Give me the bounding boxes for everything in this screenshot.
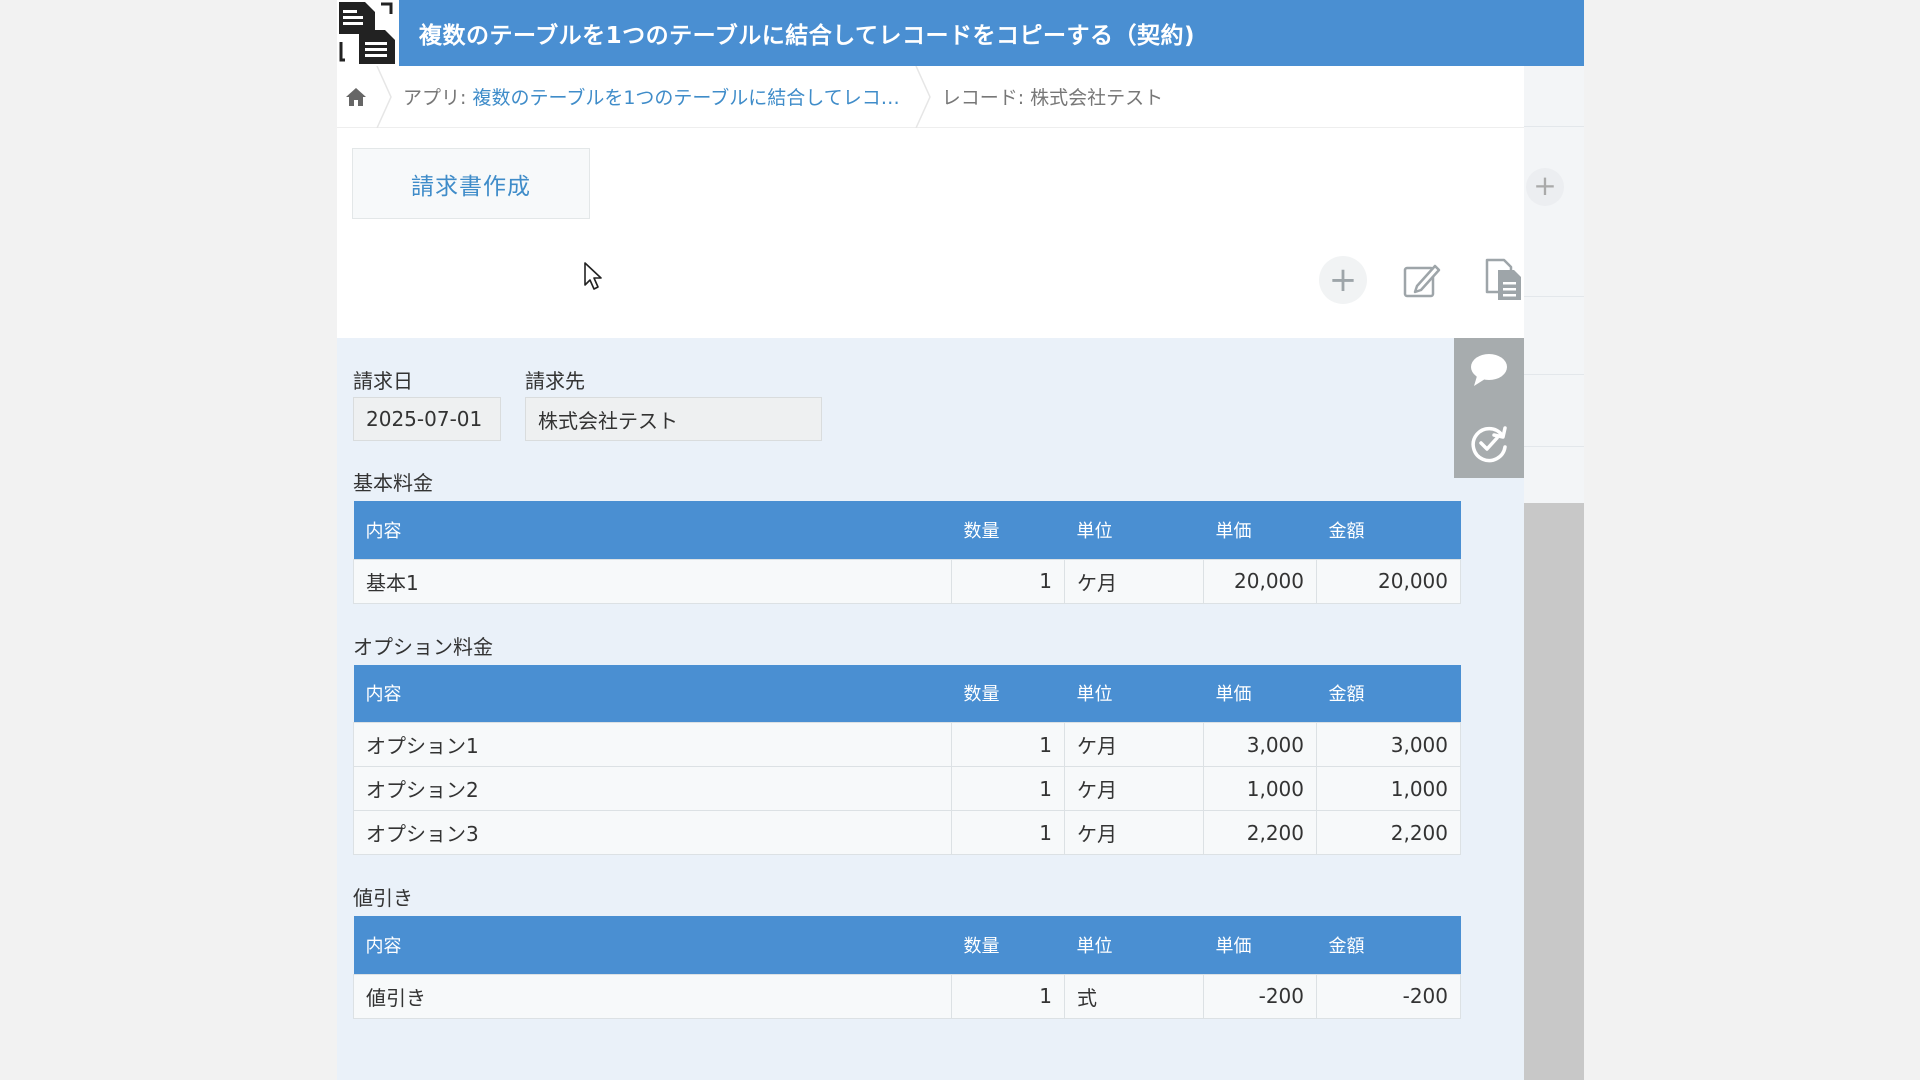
breadcrumb-app: アプリ: 複数のテーブルを1つのテーブルに結合してレコ…	[393, 83, 914, 110]
cell-description: オプション1	[353, 722, 952, 767]
column-header: 数量	[951, 664, 1065, 723]
column-header: 数量	[951, 501, 1065, 559]
cell-unit-price: 2,200	[1203, 810, 1317, 855]
table-row: 基本1 1 ケ月 20,000 20,000	[353, 558, 1461, 604]
table-header-row: 内容 数量 単位 単価 金額	[353, 664, 1461, 723]
table-header-row: 内容 数量 単位 単価 金額	[353, 501, 1461, 559]
subtable-label: 基本料金	[353, 471, 433, 495]
discount-table: 内容 数量 単位 単価 金額 値引き 1 式 -200 -200	[353, 916, 1461, 1019]
background-divider	[1524, 296, 1584, 297]
record-detail-window: 複数のテーブルを1つのテーブルに結合してレコードをコピーする（契約) アプリ: …	[337, 0, 1524, 1080]
cell-unit-price: 20,000	[1203, 558, 1317, 604]
column-header: 単位	[1064, 916, 1204, 974]
table-header-row: 内容 数量 単位 単価 金額	[353, 916, 1461, 974]
table-row: オプション3 1 ケ月 2,200 2,200	[353, 810, 1461, 855]
invoice-date-label: 請求日	[353, 369, 413, 393]
app-title: 複数のテーブルを1つのテーブルに結合してレコードをコピーする（契約)	[419, 23, 1196, 49]
subtable-label: オプション料金	[353, 634, 493, 659]
table-row: オプション2 1 ケ月 1,000 1,000	[353, 766, 1461, 811]
comment-icon[interactable]	[1469, 352, 1509, 388]
cell-amount: 1,000	[1316, 766, 1461, 811]
column-header: 単位	[1064, 501, 1204, 559]
breadcrumb-record: レコード: 株式会社テスト	[941, 87, 1164, 109]
client-field: 請求先 株式会社テスト	[525, 365, 822, 441]
cell-unit: 式	[1064, 973, 1204, 1019]
mouse-cursor-icon	[584, 262, 602, 290]
option-fee-table: 内容 数量 単位 単価 金額 オプション1 1 ケ月 3,000 3,000 オ…	[353, 664, 1461, 855]
column-header: 単位	[1064, 664, 1204, 723]
history-icon[interactable]	[1469, 423, 1509, 463]
background-window: +	[1524, 0, 1584, 1080]
copy-record-icon[interactable]	[1484, 258, 1524, 302]
column-header: 単価	[1203, 916, 1317, 974]
cell-description: オプション2	[353, 766, 952, 811]
cell-quantity: 1	[951, 722, 1065, 767]
app-header: 複数のテーブルを1つのテーブルに結合してレコードをコピーする（契約)	[337, 0, 1524, 66]
background-window-header	[1524, 0, 1584, 66]
cell-unit: ケ月	[1064, 766, 1204, 811]
breadcrumb-app-prefix: アプリ:	[403, 87, 473, 109]
background-add-icon: +	[1526, 168, 1564, 206]
record-body: 請求日 2025-07-01 請求先 株式会社テスト 基本料金 内容 数量 単位…	[353, 365, 1461, 1019]
table-row: 値引き 1 式 -200 -200	[353, 973, 1461, 1019]
edit-record-icon[interactable]	[1401, 260, 1443, 302]
column-header: 単価	[1203, 664, 1317, 723]
column-header: 内容	[353, 501, 952, 559]
breadcrumb-separator-icon	[376, 65, 392, 128]
column-header: 金額	[1316, 664, 1461, 723]
column-header: 数量	[951, 916, 1065, 974]
add-record-icon[interactable]: +	[1319, 256, 1367, 304]
background-overlay	[1524, 503, 1584, 1080]
cell-amount: -200	[1316, 973, 1461, 1019]
cell-amount: 2,200	[1316, 810, 1461, 855]
create-invoice-button[interactable]: 請求書作成	[352, 148, 590, 219]
cell-quantity: 1	[951, 973, 1065, 1019]
column-header: 内容	[353, 916, 952, 974]
client-value: 株式会社テスト	[525, 397, 822, 441]
background-divider	[1524, 446, 1584, 447]
side-panel	[1454, 338, 1524, 478]
invoice-date-value: 2025-07-01	[353, 397, 501, 441]
cell-unit-price: 1,000	[1203, 766, 1317, 811]
column-header: 内容	[353, 664, 952, 723]
background-divider	[1524, 126, 1584, 127]
cell-quantity: 1	[951, 558, 1065, 604]
cell-unit: ケ月	[1064, 810, 1204, 855]
cell-description: 基本1	[353, 558, 952, 604]
record-toolbar: 請求書作成 +	[337, 128, 1524, 338]
table-row: オプション1 1 ケ月 3,000 3,000	[353, 722, 1461, 767]
basic-fee-table: 内容 数量 単位 単価 金額 基本1 1 ケ月 20,000 20,000	[353, 501, 1461, 604]
invoice-date-field: 請求日 2025-07-01	[353, 365, 501, 441]
column-header: 金額	[1316, 916, 1461, 974]
subtable-label: 値引き	[353, 886, 413, 910]
cell-description: オプション3	[353, 810, 952, 855]
breadcrumb: アプリ: 複数のテーブルを1つのテーブルに結合してレコ… レコード: 株式会社テ…	[337, 65, 1524, 128]
cell-amount: 20,000	[1316, 558, 1461, 604]
cell-unit-price: 3,000	[1203, 722, 1317, 767]
cell-unit: ケ月	[1064, 722, 1204, 767]
cell-description: 値引き	[353, 973, 952, 1019]
background-divider	[1524, 374, 1584, 375]
client-label: 請求先	[525, 369, 585, 393]
header-fields: 請求日 2025-07-01 請求先 株式会社テスト	[353, 365, 1453, 441]
breadcrumb-app-link[interactable]: 複数のテーブルを1つのテーブルに結合してレコ…	[472, 87, 899, 109]
cell-unit-price: -200	[1203, 973, 1317, 1019]
column-header: 単価	[1203, 501, 1317, 559]
cell-quantity: 1	[951, 766, 1065, 811]
cell-amount: 3,000	[1316, 722, 1461, 767]
app-icon[interactable]	[337, 0, 399, 66]
home-icon[interactable]	[337, 66, 375, 128]
cell-quantity: 1	[951, 810, 1065, 855]
breadcrumb-separator-icon	[915, 65, 931, 128]
cell-unit: ケ月	[1064, 558, 1204, 604]
column-header: 金額	[1316, 501, 1461, 559]
